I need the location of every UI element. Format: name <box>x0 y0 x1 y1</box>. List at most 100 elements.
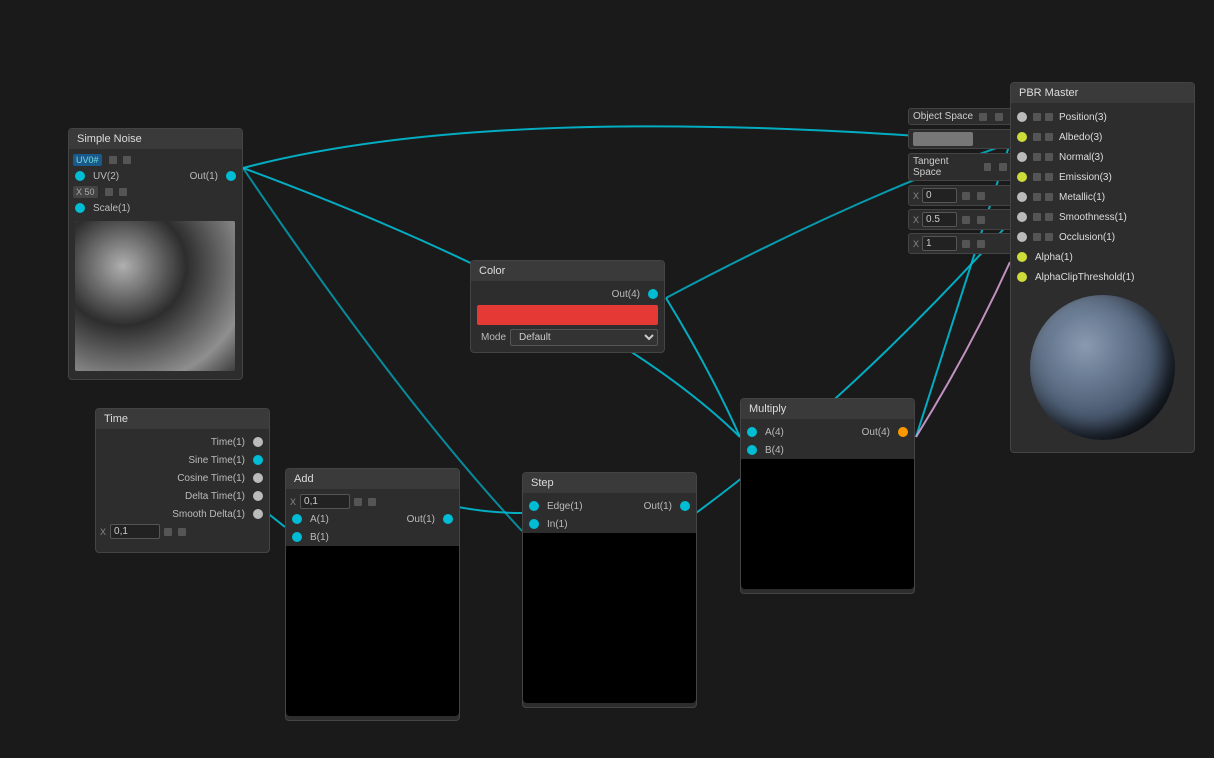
scale-row: X 50 <box>69 185 242 199</box>
step-edge-row: Edge(1) Out(1) <box>523 497 696 515</box>
step-out-socket[interactable] <box>680 501 690 511</box>
uv-input-row: UV0# <box>69 153 242 167</box>
multiply-b-socket[interactable] <box>747 445 757 455</box>
pbr-header: PBR Master <box>1011 83 1194 103</box>
pbr-alphaclip-row: AlphaClipThreshold(1) <box>1011 267 1194 287</box>
pbr-normal-row: Normal(3) <box>1011 147 1194 167</box>
simple-noise-node: Simple Noise UV0# UV(2) Out(1) X 50 <box>68 128 243 380</box>
pbr-albedo-row: Albedo(3) <box>1011 127 1194 147</box>
x-handle <box>164 528 172 536</box>
tangent-space-label: Tangent Space <box>913 156 978 178</box>
multiply-b-row: B(4) <box>741 441 914 459</box>
color-mode-row: Mode Default <box>471 327 664 348</box>
add-b-socket[interactable] <box>292 532 302 542</box>
smoothness-x-input[interactable] <box>922 212 957 227</box>
pbr-albedo-socket[interactable] <box>1017 132 1027 142</box>
simple-noise-body: UV0# UV(2) Out(1) X 50 Scale(1) <box>69 149 242 379</box>
sm-handle2 <box>977 216 985 224</box>
time-title: Time <box>104 413 128 425</box>
uv-input-socket[interactable] <box>75 171 85 181</box>
color-title: Color <box>479 265 505 277</box>
x-input-row: X <box>96 523 269 540</box>
pbr-title: PBR Master <box>1019 87 1078 99</box>
met-handle2 <box>977 192 985 200</box>
obj-handle <box>979 113 987 121</box>
delta-time-socket[interactable] <box>253 491 263 501</box>
pbr-alb-handle2 <box>1045 133 1053 141</box>
pbr-pos-handle <box>1033 113 1041 121</box>
pbr-met-handle2 <box>1045 193 1053 201</box>
scale-handle <box>105 188 113 196</box>
sine-time-label: Sine Time(1) <box>184 455 249 466</box>
pbr-position-socket[interactable] <box>1017 112 1027 122</box>
multiply-header: Multiply <box>741 399 914 419</box>
occlusion-x-input[interactable] <box>922 236 957 251</box>
scale-socket-row: Scale(1) <box>69 199 242 217</box>
step-in-row: In(1) <box>523 515 696 533</box>
pbr-em-handle <box>1033 173 1041 181</box>
step-header: Step <box>523 473 696 493</box>
color-out-label: Out(4) <box>608 289 644 300</box>
pbr-sphere-preview <box>1030 295 1175 440</box>
pbr-alpha-socket[interactable] <box>1017 252 1027 262</box>
time-out-socket[interactable] <box>253 437 263 447</box>
pbr-met-handle <box>1033 193 1041 201</box>
scale-handle2 <box>119 188 127 196</box>
uv-row: UV(2) Out(1) <box>69 167 242 185</box>
metallic-x-input[interactable] <box>922 188 957 203</box>
step-in-label: In(1) <box>543 519 572 530</box>
color-out-socket[interactable] <box>648 289 658 299</box>
pbr-metallic-label: Metallic(1) <box>1055 192 1109 203</box>
noise-texture <box>75 221 235 371</box>
smooth-delta-row: Smooth Delta(1) <box>96 505 269 523</box>
pbr-emission-socket[interactable] <box>1017 172 1027 182</box>
simple-noise-header: Simple Noise <box>69 129 242 149</box>
handle-dots2 <box>123 156 131 164</box>
step-edge-socket[interactable] <box>529 501 539 511</box>
multiply-out-socket[interactable] <box>898 427 908 437</box>
time-output-row: Time(1) <box>96 433 269 451</box>
multiply-a-socket[interactable] <box>747 427 757 437</box>
step-title: Step <box>531 477 554 489</box>
add-title: Add <box>294 473 314 485</box>
smooth-delta-socket[interactable] <box>253 509 263 519</box>
pbr-alphaclip-socket[interactable] <box>1017 272 1027 282</box>
pbr-occ-handle <box>1033 233 1041 241</box>
simple-noise-title: Simple Noise <box>77 133 142 145</box>
time-header: Time <box>96 409 269 429</box>
pbr-position-label: Position(3) <box>1055 112 1111 123</box>
pbr-body: Position(3) Albedo(3) Normal(3) Emission… <box>1011 103 1194 452</box>
pbr-norm-handle <box>1033 153 1041 161</box>
cosine-time-socket[interactable] <box>253 473 263 483</box>
noise-preview <box>75 221 235 371</box>
out-socket[interactable] <box>226 171 236 181</box>
time-out-label: Time(1) <box>207 437 249 448</box>
occlusion-x-label: X <box>913 239 919 249</box>
step-body: Edge(1) Out(1) In(1) <box>523 493 696 707</box>
multiply-node: Multiply A(4) Out(4) B(4) <box>740 398 915 594</box>
step-in-socket[interactable] <box>529 519 539 529</box>
x-value-input[interactable] <box>110 524 160 539</box>
pbr-normal-socket[interactable] <box>1017 152 1027 162</box>
pbr-occlusion-label: Occlusion(1) <box>1055 232 1119 243</box>
sine-time-socket[interactable] <box>253 455 263 465</box>
pbr-smoothness-socket[interactable] <box>1017 212 1027 222</box>
x-handle2 <box>178 528 186 536</box>
obj-color-swatch[interactable] <box>913 132 973 146</box>
pbr-sm-handle2 <box>1045 213 1053 221</box>
color-mode-select[interactable]: Default <box>510 329 658 346</box>
add-header: Add <box>286 469 459 489</box>
scale-input-socket[interactable] <box>75 203 85 213</box>
add-a-socket[interactable] <box>292 514 302 524</box>
met-handle <box>962 192 970 200</box>
metallic-x-label: X <box>913 191 919 201</box>
add-out-socket[interactable] <box>443 514 453 524</box>
add-a-row: A(1) Out(1) <box>286 510 459 528</box>
color-out-row: Out(4) <box>471 285 664 303</box>
cosine-time-label: Cosine Time(1) <box>173 473 249 484</box>
color-swatch[interactable] <box>477 305 658 325</box>
pbr-occlusion-socket[interactable] <box>1017 232 1027 242</box>
pbr-em-handle2 <box>1045 173 1053 181</box>
pbr-metallic-socket[interactable] <box>1017 192 1027 202</box>
add-x-input[interactable] <box>300 494 350 509</box>
